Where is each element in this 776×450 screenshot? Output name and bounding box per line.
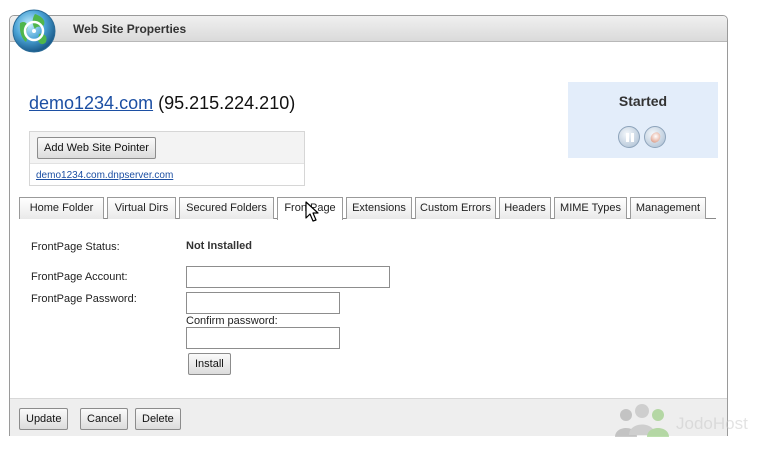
pointer-toolbar: Add Web Site Pointer [30, 132, 304, 164]
frontpage-password-input[interactable] [186, 292, 340, 314]
globe-icon [12, 9, 56, 53]
watermark: JodoHost [612, 403, 772, 443]
panel-header: Web Site Properties [10, 16, 727, 42]
confirm-password-input[interactable] [186, 327, 340, 349]
add-pointer-button[interactable]: Add Web Site Pointer [37, 137, 156, 159]
status-box: Started [568, 82, 718, 158]
tab-management[interactable]: Management [630, 197, 706, 219]
site-heading: demo1234.com (95.215.224.210) [29, 93, 295, 114]
stop-icon[interactable] [644, 126, 666, 148]
tab-extensions[interactable]: Extensions [346, 197, 412, 219]
tab-virtual-dirs[interactable]: Virtual Dirs [107, 197, 176, 219]
frontpage-password-label: FrontPage Password: [31, 293, 137, 305]
tab-bar: Home Folder Virtual Dirs Secured Folders… [19, 197, 716, 220]
frontpage-status-value: Not Installed [186, 240, 253, 252]
panel-title: Web Site Properties [73, 22, 187, 36]
mouse-cursor-icon [305, 201, 319, 222]
tab-headers[interactable]: Headers [499, 197, 551, 219]
frontpage-account-label: FrontPage Account: [31, 271, 128, 283]
frontpage-account-input[interactable] [186, 266, 390, 288]
people-icon [615, 404, 669, 437]
tab-mime-types[interactable]: MIME Types [554, 197, 627, 219]
tab-secured-folders[interactable]: Secured Folders [179, 197, 274, 219]
update-button[interactable]: Update [19, 408, 69, 430]
frontpage-status-label: FrontPage Status: [31, 241, 120, 253]
tab-home-folder[interactable]: Home Folder [19, 197, 104, 219]
confirm-password-label: Confirm password: [186, 315, 278, 327]
site-ip: (95.215.224.210) [158, 93, 296, 113]
install-button[interactable]: Install [188, 353, 231, 375]
watermark-text: JodoHost [676, 414, 748, 433]
pointer-link[interactable]: demo1234.com.dnpserver.com [36, 170, 173, 181]
cancel-button[interactable]: Cancel [80, 408, 129, 430]
properties-panel: Web Site Properties demo1234.com (95.215… [9, 15, 728, 436]
tab-custom-errors[interactable]: Custom Errors [415, 197, 496, 219]
pause-icon[interactable] [618, 126, 640, 148]
status-label: Started [618, 93, 668, 109]
pointer-box: Add Web Site Pointer demo1234.com.dnpser… [29, 131, 305, 186]
site-domain-link[interactable]: demo1234.com [29, 93, 153, 113]
delete-button[interactable]: Delete [135, 408, 181, 430]
